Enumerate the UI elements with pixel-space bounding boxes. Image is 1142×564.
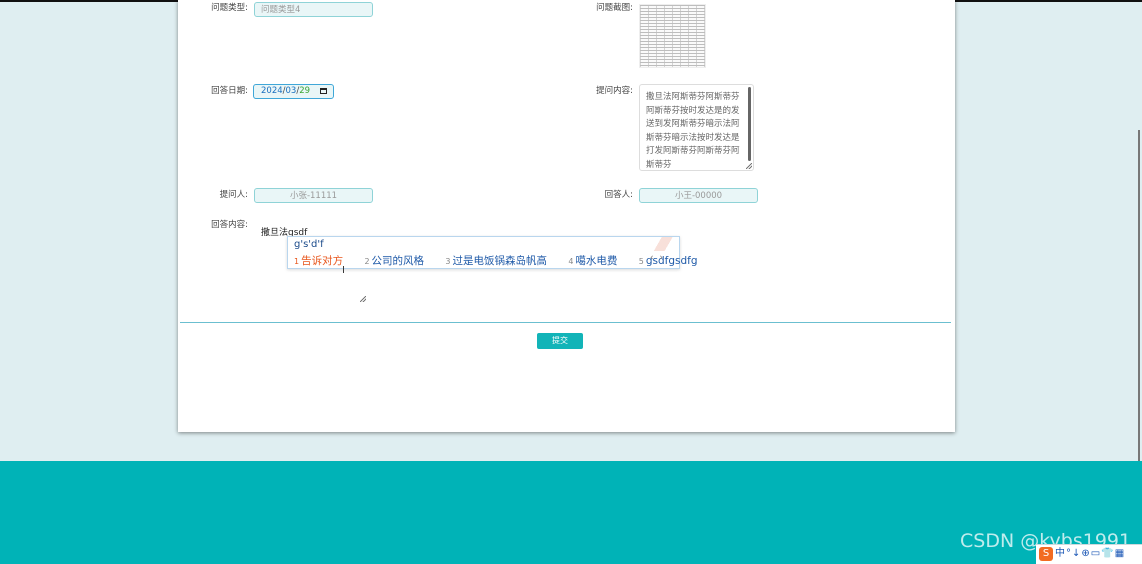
skin-icon[interactable]: 👕 bbox=[1101, 548, 1113, 559]
answer-date-label: 回答日期: bbox=[211, 86, 248, 96]
asker-field[interactable]: 小张-11111 bbox=[254, 188, 373, 203]
form-panel: 问题类型: 问题类型4 问题截图: 回答日期: 2024/03/29 提问内容:… bbox=[178, 0, 955, 432]
chevron-right-icon[interactable]: › bbox=[659, 253, 663, 263]
text-cursor-icon: I bbox=[342, 265, 345, 276]
ime-page-arrows[interactable]: ‹ › bbox=[650, 253, 663, 263]
question-content-label: 提问内容: bbox=[596, 86, 633, 96]
screen-icon[interactable]: ▭ bbox=[1091, 548, 1100, 559]
question-content-textarea[interactable]: 撒旦法阿斯蒂芬阿斯蒂芬阿斯蒂芬按时发达是的发送到发阿斯蒂芬暗示法阿斯蒂芬暗示法按… bbox=[639, 84, 754, 171]
date-month: 03 bbox=[285, 86, 297, 96]
question-image-thumbnail[interactable] bbox=[639, 4, 706, 68]
question-image-label: 问题截图: bbox=[596, 3, 633, 13]
ime-candidate[interactable]: 3 过是电饭锅森岛帆高 bbox=[445, 255, 556, 267]
toolbox-icon[interactable]: ▦ bbox=[1115, 548, 1124, 559]
ime-candidate[interactable]: 2 公司的风格 bbox=[364, 255, 433, 267]
answer-date-input[interactable]: 2024/03/29 bbox=[253, 84, 334, 99]
sogou-logo-icon[interactable]: S bbox=[1039, 547, 1053, 561]
ime-pinyin: g's'd'f bbox=[294, 239, 324, 250]
question-content-text: 撒旦法阿斯蒂芬阿斯蒂芬阿斯蒂芬按时发达是的发送到发阿斯蒂芬暗示法阿斯蒂芬暗示法按… bbox=[646, 92, 740, 170]
asker-label: 提问人: bbox=[219, 190, 248, 200]
submit-button[interactable]: 提交 bbox=[537, 333, 583, 349]
calendar-icon[interactable] bbox=[320, 88, 327, 94]
textarea-scrollbar[interactable] bbox=[748, 87, 751, 161]
date-year: 2024 bbox=[261, 86, 283, 96]
answerer-field[interactable]: 小王-00000 bbox=[639, 188, 758, 203]
soft-keyboard-icon[interactable]: ⊕ bbox=[1081, 548, 1089, 559]
voice-icon[interactable]: ↓ bbox=[1072, 548, 1080, 559]
ime-candidate-window: g's'd'f 1 告诉对方 2 公司的风格 3 过是电饭锅森岛帆高 4 噶水电费 5g… bbox=[287, 236, 698, 269]
ime-skin-decoration bbox=[651, 237, 679, 251]
question-type-label: 问题类型: bbox=[211, 3, 248, 13]
question-type-field[interactable]: 问题类型4 bbox=[254, 2, 373, 17]
answerer-label: 回答人: bbox=[604, 190, 633, 200]
punctuation-icon[interactable]: ° bbox=[1066, 548, 1071, 559]
chinese-mode-icon[interactable]: 中 bbox=[1055, 548, 1065, 559]
chevron-left-icon[interactable]: ‹ bbox=[650, 253, 654, 263]
page-scrollbar[interactable] bbox=[1138, 130, 1140, 461]
form-divider bbox=[180, 322, 951, 323]
ime-toolbar[interactable]: S 中°↓⊕▭👕▦ bbox=[1036, 544, 1142, 564]
answer-resize-handle-icon[interactable] bbox=[360, 296, 366, 302]
resize-handle-icon[interactable] bbox=[746, 163, 752, 169]
date-day: 29 bbox=[299, 86, 311, 96]
ime-candidate[interactable]: 4 噶水电费 bbox=[568, 255, 626, 267]
answer-content-label: 回答内容: bbox=[211, 220, 248, 230]
ime-candidate[interactable]: 5 gsdfgsdfg bbox=[639, 255, 707, 267]
